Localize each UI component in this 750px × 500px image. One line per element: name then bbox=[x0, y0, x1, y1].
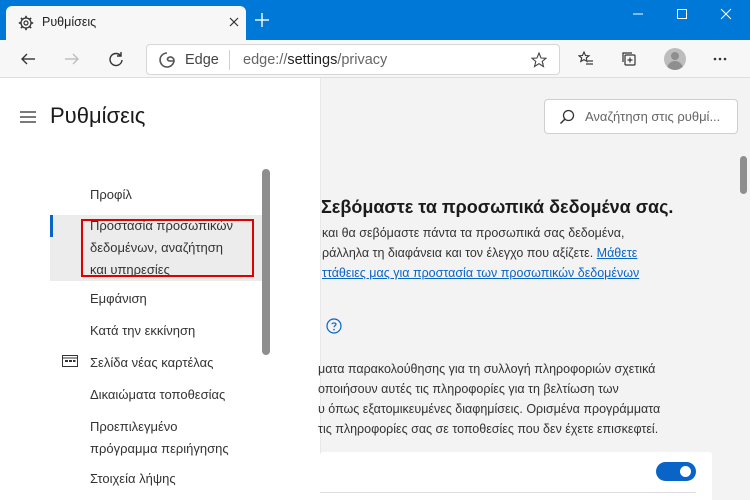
sidebar-scrollbar[interactable] bbox=[262, 169, 270, 355]
toggle-knob bbox=[680, 466, 691, 477]
tracking-line-2: οποιήσουν αυτές τις πληροφορίες για τη β… bbox=[318, 382, 619, 396]
intro-line-2: ράλληλα τη διαφάνεια και τον έλεγχο που … bbox=[322, 246, 638, 260]
collections-icon[interactable] bbox=[621, 51, 637, 67]
favorite-star-icon[interactable] bbox=[531, 52, 547, 68]
card-divider bbox=[320, 492, 696, 493]
hamburger-menu-icon[interactable] bbox=[20, 111, 36, 123]
new-tab-page-icon bbox=[62, 355, 78, 367]
tracking-prevention-toggle[interactable] bbox=[656, 462, 696, 481]
sidebar-item-downloads[interactable]: Στοιχεία λήψης bbox=[90, 468, 302, 490]
tab-title: Ρυθμίσεις bbox=[42, 15, 97, 29]
intro-line-1: και θα σεβόμαστε πάντα τα προσωπικά σας … bbox=[322, 226, 625, 240]
avatar-body bbox=[667, 61, 683, 70]
more-options-icon[interactable] bbox=[712, 51, 728, 67]
address-url: edge://settings/privacy bbox=[243, 52, 388, 68]
forward-arrow-icon[interactable] bbox=[64, 51, 80, 67]
favorites-list-icon[interactable] bbox=[578, 51, 594, 67]
sidebar-title: Ρυθμίσεις bbox=[50, 103, 146, 128]
address-bar[interactable]: Edge edge://settings/privacy bbox=[146, 44, 560, 75]
main-scrollbar[interactable] bbox=[740, 156, 747, 194]
search-icon bbox=[559, 109, 575, 125]
address-brand: Edge bbox=[185, 52, 219, 68]
profile-avatar[interactable] bbox=[664, 48, 686, 70]
address-separator bbox=[229, 50, 230, 70]
avatar-head bbox=[671, 52, 679, 60]
maximize-icon[interactable] bbox=[672, 6, 692, 22]
tracking-line-3: υ όπως εξατομικευμένες διαφημίσεις. Ορισ… bbox=[318, 402, 661, 416]
title-bar: Ρυθμίσεις bbox=[0, 0, 750, 40]
help-icon[interactable] bbox=[326, 318, 342, 334]
tracking-line-1: ματα παρακολούθησης για τη συλλογή πληρο… bbox=[318, 362, 656, 376]
sidebar-item-site-permissions[interactable]: Δικαιώματα τοποθεσίας bbox=[90, 384, 302, 406]
edge-logo-icon bbox=[159, 52, 175, 68]
sidebar-item-new-tab-page[interactable]: Σελίδα νέας καρτέλας bbox=[90, 352, 302, 374]
new-tab-icon[interactable] bbox=[254, 12, 270, 28]
sidebar-item-default-browser[interactable]: Προεπιλεγμένο πρόγραμμα περιήγησης bbox=[90, 416, 302, 460]
privacy-heading: Σεβόμαστε τα προσωπικά δεδομένα σας. bbox=[321, 197, 674, 217]
toolbar: Edge edge://settings/privacy bbox=[0, 40, 750, 78]
annotation-highlight-box bbox=[81, 219, 254, 277]
sidebar-item-profiles[interactable]: Προφίλ bbox=[90, 184, 302, 206]
refresh-icon[interactable] bbox=[108, 51, 124, 67]
gear-icon bbox=[18, 15, 34, 31]
sidebar-item-appearance[interactable]: Εμφάνιση bbox=[90, 288, 302, 310]
close-tab-icon[interactable] bbox=[226, 14, 242, 30]
learn-more-link[interactable]: Μάθετε bbox=[597, 246, 638, 260]
tab-settings[interactable]: Ρυθμίσεις bbox=[6, 6, 246, 40]
minimize-icon[interactable] bbox=[628, 6, 648, 22]
search-input[interactable] bbox=[585, 101, 735, 132]
sidebar-item-on-startup[interactable]: Κατά την εκκίνηση bbox=[90, 320, 302, 342]
selected-indicator bbox=[50, 215, 53, 237]
close-window-icon[interactable] bbox=[716, 6, 736, 22]
settings-search[interactable] bbox=[544, 99, 738, 134]
tracking-line-4: τις πληροφορίες σας σε τοποθεσίες που δε… bbox=[318, 422, 659, 436]
learn-more-link-continued[interactable]: ττάθειες μας για προστασία των προσωπικώ… bbox=[322, 264, 639, 282]
back-arrow-icon[interactable] bbox=[20, 51, 36, 67]
